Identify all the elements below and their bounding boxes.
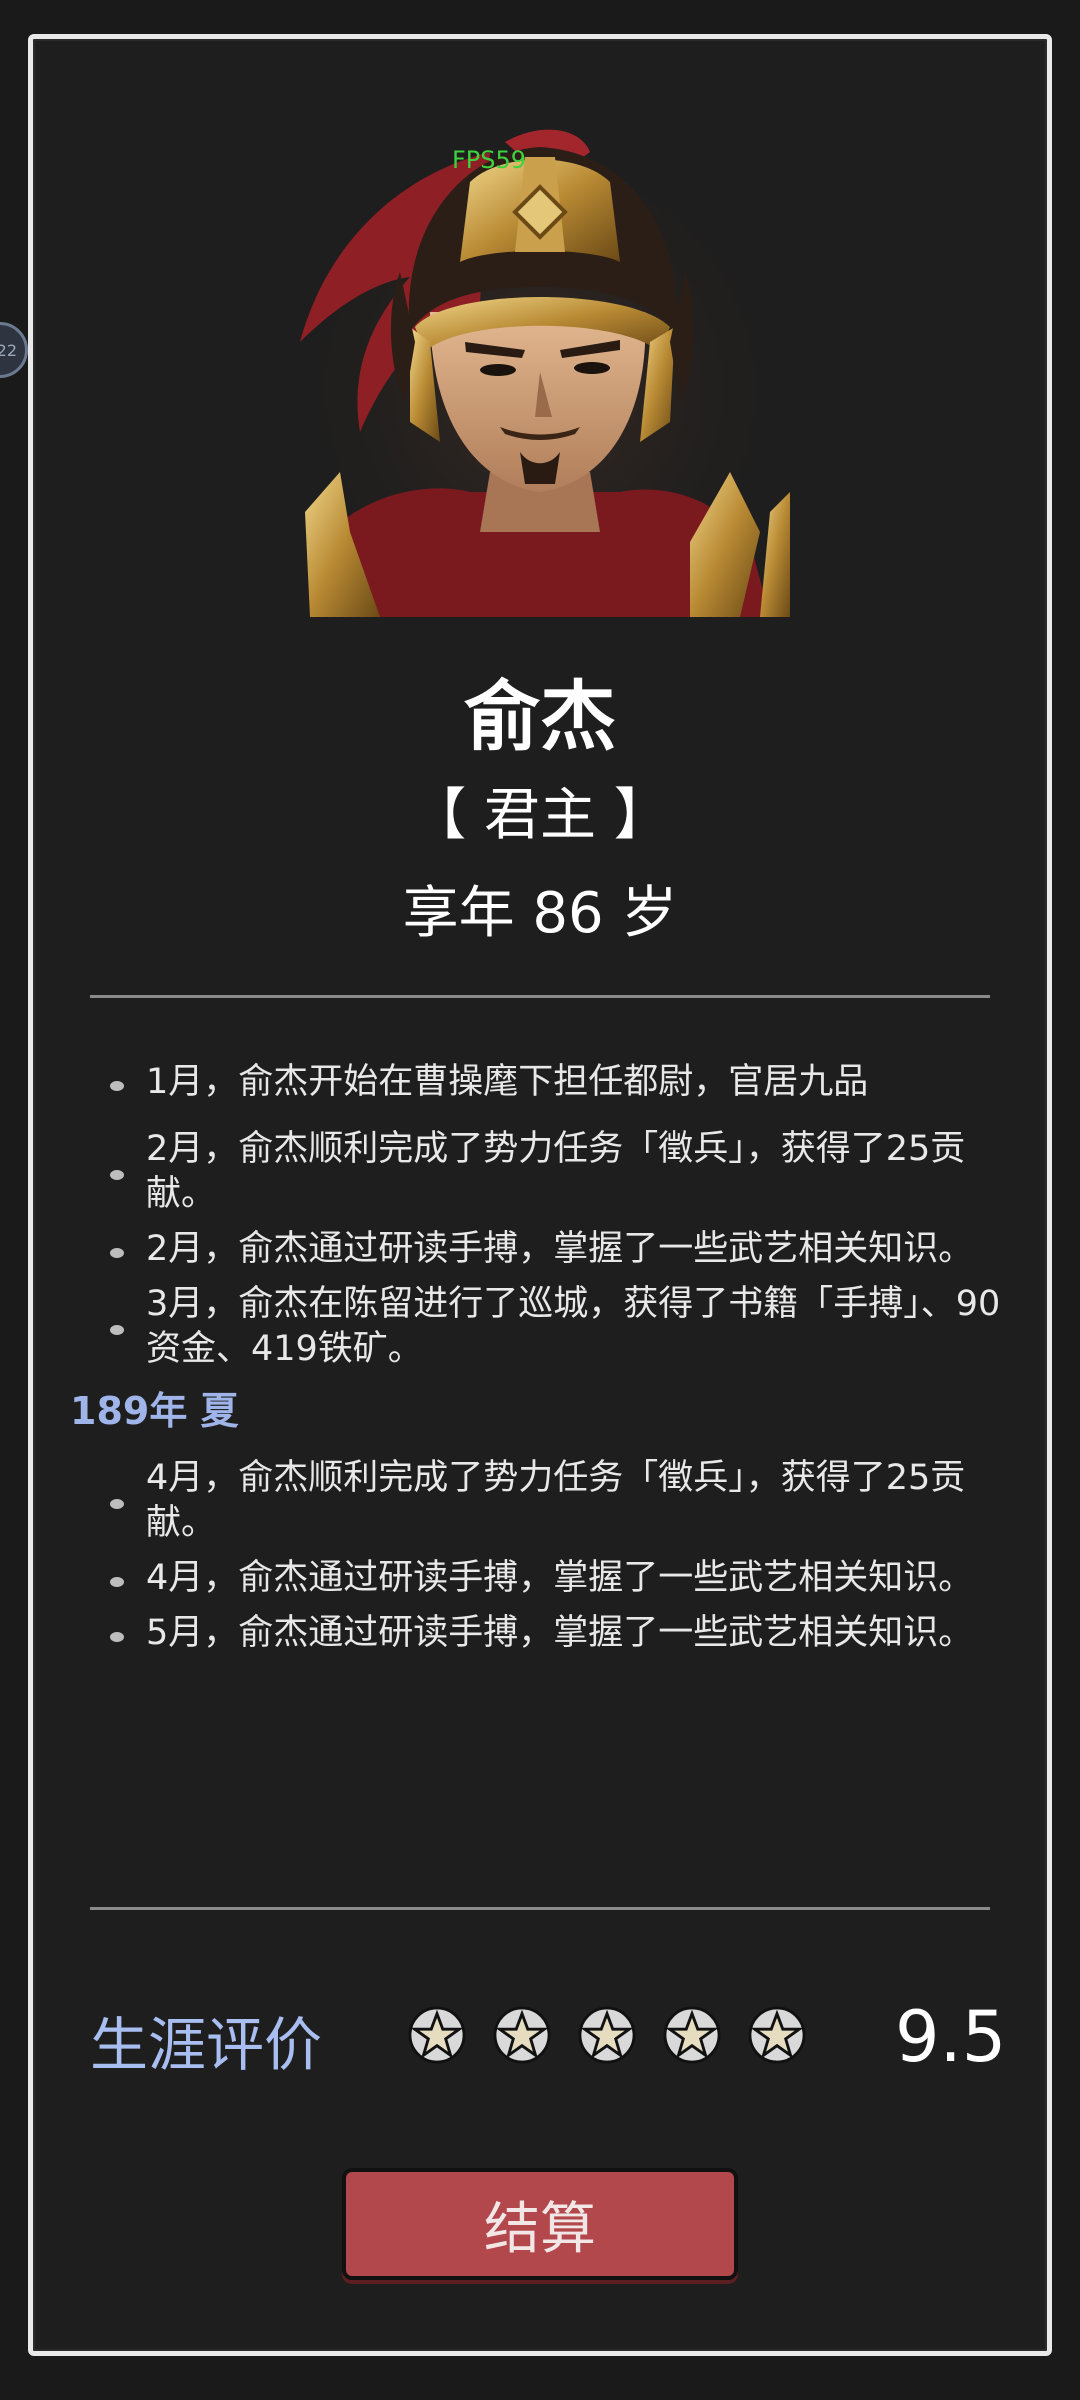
star-icon xyxy=(493,2006,551,2064)
character-age: 享年 86 岁 xyxy=(402,881,678,946)
bullet-icon xyxy=(110,1247,124,1258)
character-name: 俞杰 xyxy=(464,672,616,761)
character-title: 【 君主 】 xyxy=(410,783,670,848)
bullet-icon xyxy=(110,1576,124,1587)
divider-top xyxy=(90,995,990,998)
star-icon xyxy=(663,2006,721,2064)
career-log: 1月，俞杰开始在曹操麾下担任都尉，官居九品 2月，俞杰顺利完成了势力任务「徵兵」… xyxy=(70,1060,1030,1666)
bullet-icon xyxy=(110,1499,124,1509)
log-item: 2月，俞杰顺利完成了势力任务「徵兵」，获得了25贡献。 xyxy=(70,1127,1030,1217)
rating-score: 9.5 xyxy=(895,1996,1007,2078)
rating-stars xyxy=(408,2006,806,2064)
side-floating-bubble[interactable]: 22 xyxy=(0,322,28,378)
log-item: 4月，俞杰顺利完成了势力任务「徵兵」，获得了25贡献。 xyxy=(70,1456,1030,1546)
log-item: 1月，俞杰开始在曹操麾下担任都尉，官居九品 xyxy=(70,1060,1030,1105)
log-item: 5月，俞杰通过研读手搏，掌握了一些武艺相关知识。 xyxy=(70,1611,1030,1656)
divider-bottom xyxy=(90,1907,990,1910)
log-item: 2月，俞杰通过研读手搏，掌握了一些武艺相关知识。 xyxy=(70,1227,1030,1272)
career-rating-label: 生涯评价 xyxy=(90,2011,323,2079)
star-icon xyxy=(408,2006,466,2064)
season-header: 189年 夏 xyxy=(70,1389,239,1433)
log-item: 3月，俞杰在陈留进行了巡城，获得了书籍「手搏」、90资金、419铁矿。 xyxy=(70,1282,1030,1372)
bullet-icon xyxy=(110,1325,124,1335)
star-icon xyxy=(748,2006,806,2064)
bullet-icon xyxy=(110,1080,124,1091)
star-icon xyxy=(578,2006,636,2064)
bullet-icon xyxy=(110,1631,124,1642)
fps-counter: FPS59 xyxy=(452,146,527,174)
settle-button[interactable]: 结算 xyxy=(342,2168,738,2280)
bullet-icon xyxy=(110,1170,124,1180)
log-item: 4月，俞杰通过研读手搏，掌握了一些武艺相关知识。 xyxy=(70,1556,1030,1601)
character-portrait xyxy=(290,112,790,617)
